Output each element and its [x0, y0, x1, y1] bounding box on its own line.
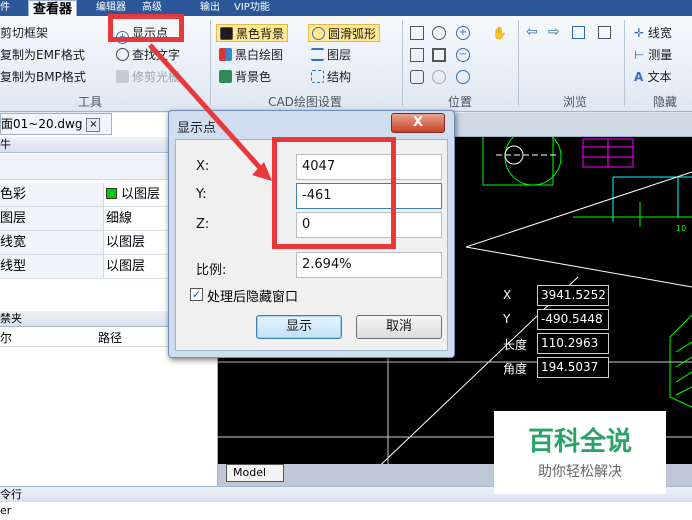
- annotation-arrow: [148, 43, 272, 181]
